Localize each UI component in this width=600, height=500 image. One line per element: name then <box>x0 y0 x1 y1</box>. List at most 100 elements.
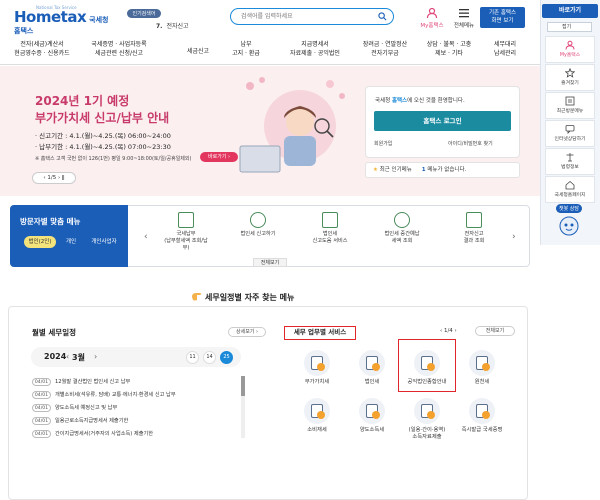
my-hometax-button[interactable]: My홈택스 <box>418 7 446 33</box>
all-menu-label: 전체메뉴 <box>453 23 475 29</box>
quick-link-label: 국세청홈페이지 <box>554 193 586 198</box>
visitor-item-corp-filing[interactable]: 법인세 신고하기 <box>234 212 282 238</box>
legacy-view-button[interactable]: 기존 홈택스 화면 보기 <box>480 7 525 28</box>
quick-links-collapse[interactable]: 접기 <box>547 22 592 32</box>
search-icon[interactable] <box>378 12 387 21</box>
nav-item-payment[interactable]: 납부 고지 · 환급 <box>224 41 268 63</box>
nav-item-tax-agent[interactable]: 세무대리 납세관리 <box>484 41 526 63</box>
calendar-month: 3월 <box>72 353 85 362</box>
visitor-next-arrow[interactable]: › <box>512 232 516 242</box>
nav-label: 전자(세금)계산서 <box>20 41 64 48</box>
quick-link-nts-home[interactable]: 국세청홈페이지 <box>545 176 595 203</box>
visitor-view-all-button[interactable]: 전체보기 <box>253 258 287 267</box>
schedule-text: 간이지급명세서(거주자의 사업소득) 제출기한 <box>55 431 154 437</box>
services-view-all-button[interactable]: 전체보기 <box>475 326 515 336</box>
schedule-text: 양도소득세 예정신고 및 납부 <box>55 405 118 411</box>
nav-label: 장려금 · 연말정산 <box>362 41 408 48</box>
nav-item-incentive[interactable]: 장려금 · 연말정산 전자기부금 <box>354 41 416 63</box>
login-button[interactable]: 홈택스 로그인 <box>374 111 511 131</box>
signup-link[interactable]: 회원가입 <box>374 140 392 147</box>
scrollbar-thumb[interactable] <box>241 376 245 396</box>
service-corp-tax[interactable]: 법인세 <box>344 350 400 386</box>
visitor-item-tax-payment[interactable]: 국세납부 (납부할세액 조회/납부) <box>162 212 210 252</box>
service-instant-cert[interactable]: 즉시발급 국세증명 <box>454 398 510 434</box>
banner-detail-button[interactable]: 바로가기 › <box>200 152 238 162</box>
service-vat[interactable]: 부가가치세 <box>289 350 345 386</box>
schedule-more-button[interactable]: 상세보기 › <box>228 327 266 337</box>
schedule-row[interactable]: 04/01 일용근로소득지급명세서 제출기한 <box>32 416 128 426</box>
visitor-prev-arrow[interactable]: ‹ <box>144 232 148 242</box>
nav-item-einvoice[interactable]: 전자(세금)계산서 현금영수증 · 신용카드 <box>8 41 76 63</box>
nav-label: 세금관련 신청/신고 <box>94 49 144 57</box>
quick-link-favorites[interactable]: 즐겨찾기 <box>545 64 595 91</box>
nav-label: 현금영수증 · 신용카드 <box>14 49 70 57</box>
visitor-menu-title: 방문자별 맞춤 메뉴 <box>20 217 81 226</box>
frequent-menu-title: 세무일정별 자주 찾는 메뉴 <box>205 293 295 302</box>
document-icon <box>322 212 338 228</box>
people-icon <box>414 398 440 424</box>
all-menu-button[interactable]: 전체메뉴 <box>450 7 478 33</box>
service-withholding[interactable]: 원천세 <box>454 350 510 386</box>
quick-link-recent[interactable]: 최근방문메뉴 <box>545 92 595 119</box>
quick-link-label: 법령정보 <box>561 165 579 170</box>
tab-individual[interactable]: 개인 <box>60 236 82 248</box>
hand-coin-icon <box>394 212 410 228</box>
visitor-item-interim[interactable]: 법인세 중간예납 세액 조회 <box>378 212 426 245</box>
service-consumption[interactable]: 소비재세 <box>289 398 345 434</box>
schedule-row[interactable]: 04/01 간이지급명세서(거주자의 사업소득) 제출기한 <box>32 429 153 439</box>
calendar-day[interactable]: 14 <box>203 351 216 364</box>
banner-pager[interactable]: ‹ 1/5 › ǁ <box>32 172 76 184</box>
nav-item-payment-statement[interactable]: 지급명세서 자료제출 · 공익법인 <box>280 41 350 63</box>
calendar-prev-icon[interactable]: ‹ <box>66 352 69 361</box>
document-icon <box>359 350 385 376</box>
search-input[interactable] <box>241 11 371 22</box>
calendar-year: 2024 <box>44 352 67 361</box>
services-pager[interactable]: ‹ 1/4 › <box>440 328 457 334</box>
tab-sole-proprietor[interactable]: 개인사업자 <box>86 236 122 248</box>
document-search-icon <box>466 212 482 228</box>
calendar-day-selected[interactable]: 25 <box>220 351 233 364</box>
nav-label: 납부 <box>240 41 252 48</box>
find-account-link[interactable]: 아이디/비밀번호 찾기 <box>448 140 493 147</box>
nav-label: 지급명세서 <box>301 41 329 48</box>
nav-item-tax-filing[interactable]: 세금신고 <box>178 41 218 63</box>
service-income-data[interactable]: (일용·간이·용역) 소득자료제출 <box>399 398 455 441</box>
calendar-day[interactable]: 11 <box>186 351 199 364</box>
service-label: 원천세 <box>474 379 490 385</box>
nav-item-certificate[interactable]: 국세증명 · 사업자등록 세금관련 신청/신고 <box>80 41 158 63</box>
visitor-item-label: 법인세 <box>322 231 338 237</box>
nav-item-consult[interactable]: 상담 · 불복 · 고충 제보 · 기타 <box>420 41 478 63</box>
banner-note: ※ 홈택스 고객 국번 없이 126(1번) 평일 9:00~18:00(토/일… <box>35 156 192 162</box>
tab-corporation[interactable]: 법인(2인) <box>24 236 56 248</box>
chatbot-button[interactable]: 챗봇 상담 <box>552 204 586 240</box>
star-icon <box>565 68 575 78</box>
service-transfer[interactable]: 양도소득세 <box>344 398 400 434</box>
certificate-icon <box>469 398 495 424</box>
popular-search-badge: 인기검색어 <box>127 9 161 18</box>
logo-tagline: National Tax Service <box>36 5 77 10</box>
visitor-item-label: 전자신고 <box>464 231 484 237</box>
welcome-suffix: 에 오신 것을 환영합니다. <box>407 98 465 104</box>
visitor-item-efile-result[interactable]: 전자신고 결과 조회 <box>450 212 498 245</box>
schedule-row[interactable]: 04/01 양도소득세 예정신고 및 납부 <box>32 403 117 413</box>
popular-search-term[interactable]: 7. 전자신고 <box>156 21 189 30</box>
money-bag-icon <box>250 212 266 228</box>
schedule-row[interactable]: 04/01 12월말 결산법인 법인세 신고 납부 <box>32 377 130 387</box>
hometax-logo[interactable]: National Tax Service Hometax 국세청홈택스 <box>14 5 110 35</box>
schedule-row[interactable]: 04/01 개별소비세(석유류, 담배) 교통·에너지·환경세 신고 납부 <box>32 390 176 400</box>
visitor-item-corp-help[interactable]: 법인세 신고도움 서비스 <box>306 212 354 245</box>
schedule-scrollbar[interactable] <box>241 376 245 438</box>
quick-link-law[interactable]: 법령정보 <box>545 148 595 175</box>
visitor-item-label: 국세납부 <box>176 231 196 237</box>
my-hometax-label: My홈택스 <box>420 23 444 29</box>
search-box <box>230 8 394 25</box>
service-label: 소비재세 <box>307 427 327 433</box>
banner-title-1: 2024년 1기 예정 <box>35 94 130 108</box>
quick-link-my-hometax[interactable]: My홈택스 <box>545 36 595 63</box>
quick-link-consult[interactable]: 인터넷상담하기 <box>545 120 595 147</box>
calendar-next-icon[interactable]: › <box>94 352 97 361</box>
welcome-brand: 홈택스 <box>391 98 408 104</box>
visitor-item-sublabel: 결과 조회 <box>463 238 485 244</box>
service-label: 즉시발급 국세증명 <box>461 427 503 433</box>
quick-link-label: 최근방문메뉴 <box>556 109 584 114</box>
